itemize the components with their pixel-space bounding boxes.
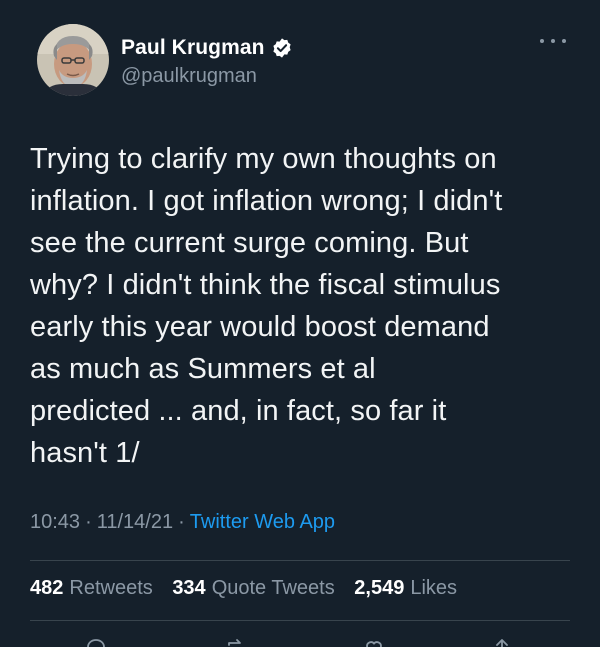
meta-separator: · — [178, 511, 185, 533]
reply-icon[interactable] — [84, 636, 108, 647]
tweet-text-line: see the current surge coming. But — [30, 227, 469, 259]
tweet-text: Trying to clarify my own thoughts on inf… — [30, 138, 575, 474]
tweet-text-line: predicted ... and, in fact, so far it — [30, 395, 447, 427]
tweet-text-line: early this year would boost demand — [30, 311, 490, 343]
more-dot — [551, 39, 555, 43]
avatar[interactable] — [37, 24, 109, 96]
quote-tweets-stat[interactable]: 334 Quote Tweets — [172, 577, 334, 599]
tweet-detail: Paul Krugman @paulkrugman Trying to clar… — [0, 0, 600, 647]
tweet-text-line: hasn't 1/ — [30, 437, 140, 469]
display-name[interactable]: Paul Krugman — [121, 36, 265, 60]
heart-icon[interactable] — [362, 636, 386, 647]
more-dot — [540, 39, 544, 43]
tweet-text-line: why? I didn't think the fiscal stimulus — [30, 269, 501, 301]
name-row: Paul Krugman — [121, 33, 293, 63]
likes-stat[interactable]: 2,549 Likes — [354, 577, 457, 599]
tweet-text-line: as much as Summers et al — [30, 353, 376, 385]
tweet-meta: 10:43 · 11/14/21 · Twitter Web App — [30, 511, 335, 534]
more-dot — [562, 39, 566, 43]
engagement-stats: 482 Retweets 334 Quote Tweets 2,549 Likes — [30, 577, 471, 600]
divider — [30, 560, 570, 561]
share-icon[interactable] — [490, 636, 514, 647]
likes-count: 2,549 — [354, 577, 405, 599]
handle[interactable]: @paulkrugman — [121, 65, 293, 88]
quote-tweets-count: 334 — [172, 577, 206, 599]
retweets-label: Retweets — [69, 577, 153, 599]
tweet-source-link[interactable]: Twitter Web App — [190, 511, 335, 533]
retweets-stat[interactable]: 482 Retweets — [30, 577, 153, 599]
tweet-text-line: inflation. I got inflation wrong; I didn… — [30, 185, 503, 217]
tweet-text-line: Trying to clarify my own thoughts on — [30, 143, 497, 175]
retweet-icon[interactable] — [224, 636, 248, 647]
likes-label: Likes — [410, 577, 458, 599]
author-info[interactable]: Paul Krugman @paulkrugman — [121, 33, 293, 88]
divider — [30, 620, 570, 621]
tweet-date[interactable]: 11/14/21 — [97, 511, 173, 533]
more-horizontal-icon[interactable] — [540, 36, 566, 46]
verified-badge-icon — [271, 37, 293, 59]
retweets-count: 482 — [30, 577, 64, 599]
tweet-time[interactable]: 10:43 — [30, 511, 80, 533]
avatar-image — [37, 24, 109, 96]
quote-tweets-label: Quote Tweets — [211, 577, 335, 599]
meta-separator: · — [85, 511, 92, 533]
action-bar — [0, 632, 600, 647]
